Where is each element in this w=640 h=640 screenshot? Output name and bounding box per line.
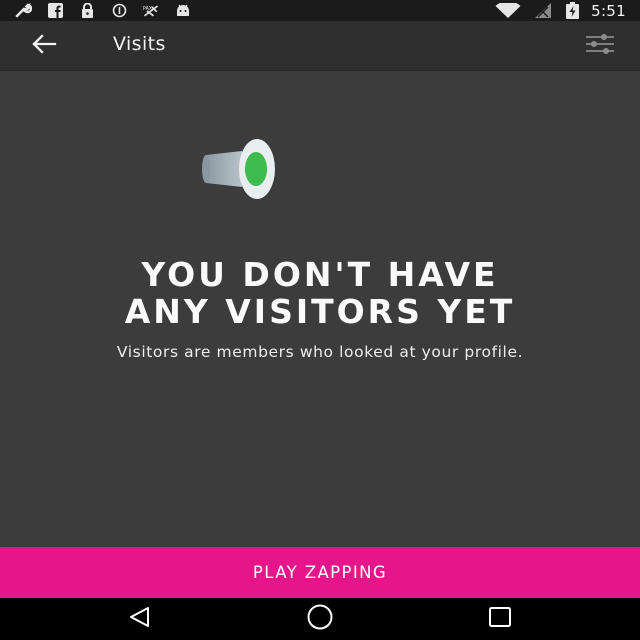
status-time: 5:51	[591, 1, 626, 20]
play-zapping-label: PLAY ZAPPING	[252, 563, 388, 582]
app-bar: Visits	[0, 21, 640, 71]
lock-icon	[78, 2, 96, 19]
facebook-icon	[46, 2, 64, 19]
wrench-icon	[14, 2, 32, 19]
arrow-left-icon	[31, 34, 57, 58]
android-icon	[174, 2, 192, 19]
empty-state-title: YOU DON'T HAVE ANY VISITORS YET	[124, 255, 516, 331]
empty-state-subtitle: Visitors are members who looked at your …	[116, 343, 524, 361]
back-triangle-icon	[128, 606, 152, 632]
filter-button[interactable]	[582, 30, 618, 62]
battery-charging-icon	[565, 2, 579, 19]
status-left-icons: PAX	[14, 2, 192, 19]
data-saver-icon	[110, 2, 128, 19]
status-right-icons: 5:51	[495, 1, 626, 20]
nav-recents-button[interactable]	[478, 604, 522, 634]
system-nav-bar	[0, 598, 640, 640]
nav-home-button[interactable]	[298, 604, 342, 634]
no-signal-carrier-icon: PAX	[142, 2, 160, 19]
play-zapping-button[interactable]: PLAY ZAPPING	[0, 547, 640, 598]
hat-icon	[200, 138, 280, 204]
recents-square-icon	[488, 606, 512, 632]
sliders-icon	[585, 33, 615, 59]
status-bar: PAX 5:51	[0, 0, 640, 21]
empty-state-panel: YOU DON'T HAVE ANY VISITORS YET Visitors…	[0, 71, 640, 547]
back-button[interactable]	[24, 29, 64, 63]
home-circle-icon	[306, 603, 334, 635]
page-title: Visits	[113, 33, 166, 55]
wifi-icon	[495, 2, 521, 19]
signal-icon	[533, 2, 553, 19]
nav-back-button[interactable]	[118, 604, 162, 634]
